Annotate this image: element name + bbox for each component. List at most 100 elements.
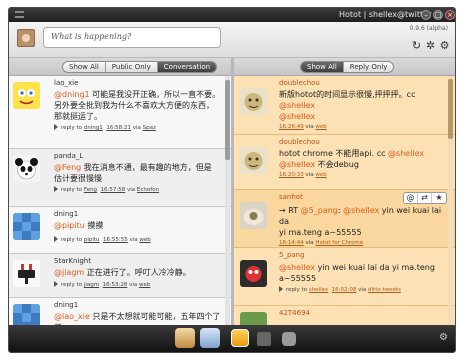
tab-show-all-right[interactable]: Show All [301,62,344,72]
messages-dock-icon[interactable] [231,329,249,347]
user-avatar[interactable] [240,312,267,325]
dock-settings-icon[interactable]: ⚙ [439,333,449,343]
tweet-username[interactable]: dning1 [54,210,225,218]
tweet-item[interactable]: @ ⇄ ★ sanhot → RT @5_pang: @shellex yin … [234,190,455,248]
tab-show-all[interactable]: Show All [63,62,106,72]
timestamp-link[interactable]: 16:58:21 [106,125,131,131]
tab-public-only[interactable]: Public Only [106,62,158,72]
client-link[interactable]: Spaz [143,125,156,131]
close-button[interactable]: × [445,10,455,20]
client-link[interactable]: web [315,172,326,178]
plugins-icon[interactable]: ✲ [425,40,436,51]
client-link[interactable]: ditto tweets [368,287,401,293]
tweet-item[interactable]: StarKnight @jiagm 正在进行了。呼叮人冷冷静。 reply to… [9,254,231,298]
mention-link[interactable]: @Feng [54,163,81,172]
reply-arrow-icon[interactable] [54,186,58,192]
mention-link[interactable]: @pipitu [54,221,85,230]
user-avatar[interactable] [240,88,267,115]
user-avatar[interactable] [13,213,40,240]
client-link[interactable]: web [139,282,150,288]
tweet-meta: 16:14:44 via Hotot for Chrome [279,240,449,246]
user-avatar[interactable] [240,202,267,229]
reply-to-link[interactable]: jiagm [84,282,99,288]
tweet-username[interactable]: dning1 [54,301,225,309]
reply-arrow-icon[interactable] [54,281,58,287]
user-avatar[interactable] [240,147,267,174]
tweet-item[interactable]: dning1 @lao_xie 只是不太想就可能可能，五年四个了了 [9,298,231,325]
mention-link[interactable]: @shellex [279,160,315,169]
reply-to-link[interactable]: shellex [309,287,328,293]
mentions-dock-icon[interactable] [200,328,220,348]
tweet-text: @lao_xie 只是不太想就可能可能，五年四个了了 [54,311,225,325]
client-link[interactable]: Hotot for Chrome [315,240,363,246]
tweet-item[interactable]: lao_xie @dning1 可能是我没开正确，所以一直不要。 另外要全批到我… [9,76,231,149]
right-scrollbar[interactable] [448,76,453,325]
user-avatar[interactable] [13,260,40,287]
reply-arrow-icon[interactable] [54,124,58,130]
timestamp-link[interactable]: 16:57:58 [101,187,126,193]
client-link[interactable]: Echofon [137,187,159,193]
timestamp-link[interactable]: 16:02:08 [332,287,357,293]
tweet-line[interactable]: @shellex [279,111,449,122]
client-link[interactable]: web [315,124,326,130]
maximize-button[interactable]: □ [433,10,443,20]
reply-arrow-icon[interactable] [279,286,283,292]
search-dock-icon[interactable] [282,332,296,346]
tweet-username[interactable]: doublechou [279,79,449,87]
refresh-icon[interactable]: ↻ [411,40,422,51]
tweet-username[interactable]: 42T4694 [279,309,449,317]
mention-link[interactable]: @shellex [279,263,315,272]
mention-link[interactable]: @lao_xie [54,312,90,321]
tweet-username[interactable]: 5_pang [279,251,449,259]
mention-link[interactable]: @dning1 [54,90,90,99]
tweet-text: @dning1 可能是我没开正确，所以一直不要。 另外要全批到我为什么不喜欢大方… [54,89,225,122]
tweet-username[interactable]: StarKnight [54,257,225,265]
user-avatar[interactable] [240,260,267,287]
tweet-username[interactable]: lao_xie [54,79,225,87]
status-input[interactable]: What is happening? [43,27,221,48]
settings-gear-icon[interactable]: ⚙ [439,40,450,51]
user-avatar[interactable] [13,304,40,325]
minimize-button[interactable]: – [421,10,431,20]
left-scrollbar[interactable] [225,76,230,325]
tweet-username[interactable]: doublechou [279,138,449,146]
reply-to-link[interactable]: dning1 [84,125,103,131]
drag-grip-icon[interactable] [15,11,24,18]
mention-link[interactable]: @jiagm [54,268,84,277]
tweet-item[interactable]: 42T4694 [234,306,455,325]
mention-link[interactable]: @shellex [279,101,315,110]
home-timeline-dock-icon[interactable] [175,328,195,348]
timestamp-link[interactable]: 16:26:49 [279,124,304,130]
tweet-username[interactable]: sanhot [279,193,449,201]
mention-link[interactable]: @5_pang [301,206,338,215]
mention-link[interactable]: @shellex [343,206,379,215]
title-bar[interactable]: Hotot | shellex@twitter – □ × [9,8,455,22]
user-avatar[interactable] [13,155,40,182]
tweet-line: @pipitu 摸摸 [54,221,104,230]
left-scroll-thumb[interactable] [225,80,230,160]
client-link[interactable]: web [139,237,150,243]
tab-conversation[interactable]: Conversation [157,62,217,72]
tweet-item[interactable]: panda_L @Feng 我在消息不通，最有趣的地方，但是 估计要很慢慢 re… [9,149,231,207]
tab-reply-only[interactable]: Reply Only [344,62,394,72]
right-scroll-thumb[interactable] [448,79,453,139]
reply-to-link[interactable]: pipitu [84,237,100,243]
mention-link[interactable]: @shellex [388,149,424,158]
tweet-item[interactable]: doublechou hotot chrome 不能用api. cc @shel… [234,135,455,190]
reply-to-link[interactable]: Feng [84,187,97,193]
timestamp-link[interactable]: 16:20:33 [279,172,304,178]
my-avatar[interactable] [17,29,35,47]
timestamp-link[interactable]: 16:14:44 [279,240,304,246]
tweet-item[interactable]: doublechou 新版hotot的时间显示很慢,抨抨抨。cc @shelle… [234,76,455,135]
tweet-item[interactable]: 5_pang @shellex yin wei kuai lai da yi m… [234,248,455,306]
timestamp-link[interactable]: 16:53:28 [103,282,128,288]
right-tweet-list: doublechou 新版hotot的时间显示很慢,抨抨抨。cc @shelle… [234,76,455,325]
timestamp-link[interactable]: 16:55:55 [103,237,128,243]
tweet-meta: 16:26:49 via web [279,124,449,130]
tweet-item[interactable]: dning1 @pipitu 摸摸 reply to pipitu 16:55:… [9,207,231,254]
user-avatar[interactable] [13,82,40,109]
lists-dock-icon[interactable] [257,332,271,346]
reply-arrow-icon[interactable] [54,236,58,242]
tweet-username[interactable]: panda_L [54,152,225,160]
mention-link[interactable]: @shellex [279,112,315,121]
